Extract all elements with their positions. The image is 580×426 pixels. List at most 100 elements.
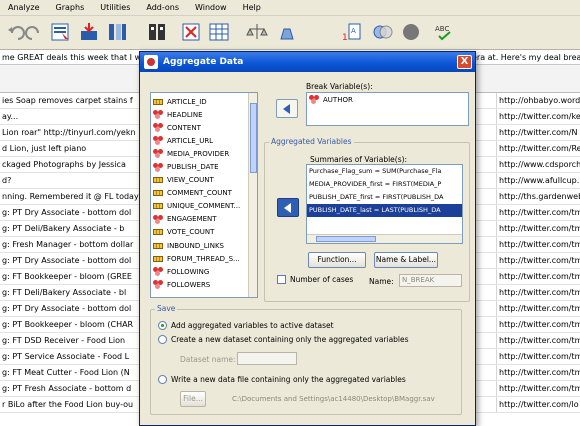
list-item[interactable]: UNIQUE_COMMENT... [151, 200, 257, 213]
variable-name: CONTENT [167, 123, 201, 132]
nominal-variable-icon [153, 136, 163, 146]
list-item[interactable]: ARTICLE_URL [151, 134, 257, 147]
variable-name: INBOUND_LINKS [167, 241, 224, 250]
create-dataset-radio[interactable] [158, 335, 167, 344]
scale-variable-icon [153, 177, 163, 184]
nominal-variable-icon [153, 110, 163, 120]
list-item[interactable]: FOLLOWERS [151, 278, 257, 291]
variable-name: VIEW_COUNT [167, 176, 214, 185]
menu-utilities[interactable]: Utilities [92, 3, 138, 12]
use-sets-icon[interactable] [372, 21, 394, 43]
dialog-titlebar[interactable]: Aggregate Data X [140, 52, 475, 72]
list-item[interactable]: ENGAGEMENT [151, 213, 257, 226]
menu-window[interactable]: Window [187, 3, 235, 12]
list-item[interactable]: VOTE_COUNT [151, 226, 257, 239]
table-cell-url[interactable]: http://twitter.com/tm [496, 205, 580, 220]
svg-text:A: A [351, 27, 356, 35]
list-item[interactable]: AUTHOR [309, 95, 466, 104]
name-label: Name: [369, 277, 394, 286]
list-item[interactable]: COMMENT_COUNT [151, 187, 257, 200]
table-cell-url[interactable]: http://twitter.com/tm [496, 333, 580, 348]
menu-graphs[interactable]: Graphs [48, 3, 93, 12]
summary-item[interactable]: PUBLISH_DATE_first = FIRST(PUBLISH_DA [307, 191, 462, 204]
scale-variable-icon [153, 98, 163, 105]
spell-check-icon[interactable]: ABC [434, 21, 456, 43]
show-sets-icon[interactable] [400, 21, 422, 43]
table-cell-url[interactable]: http://twitter.com/tm [496, 253, 580, 268]
aggregated-variables-legend: Aggregated Variables [269, 137, 354, 146]
variable-list-scrollbar[interactable] [248, 93, 257, 297]
file-button[interactable]: File... [180, 391, 206, 407]
add-to-active-radio[interactable] [158, 321, 167, 330]
split-file-icon[interactable] [146, 21, 168, 43]
list-item[interactable]: INBOUND_LINKS [151, 239, 257, 252]
menu-analyze[interactable]: Analyze [0, 3, 48, 12]
table-cell-url[interactable]: http://ohbabyo.word [496, 93, 580, 108]
select-cases-icon[interactable] [180, 21, 202, 43]
table-cell-url[interactable]: http://twitter.com/tm [496, 317, 580, 332]
data-view-icon[interactable] [208, 21, 230, 43]
break-variables-list[interactable]: AUTHOR [306, 92, 469, 126]
summary-item[interactable]: PUBLISH_DATE_last = LAST(PUBLISH_DA [307, 204, 462, 217]
scrollbar-thumb[interactable] [250, 103, 257, 173]
table-cell-url[interactable]: http://twitter.com/lo [496, 397, 580, 412]
create-dataset-label: Create a new dataset containing only the… [171, 335, 409, 344]
table-cell-url[interactable]: http://twitter.com/tm [496, 365, 580, 380]
table-cell-url[interactable]: http://twitter.com/ke [496, 109, 580, 124]
variable-name: FOLLOWERS [167, 280, 211, 289]
table-cell-url[interactable]: http://ths.gardenweb [496, 189, 580, 204]
table-cell-url[interactable]: http://twitter.com/Re [496, 141, 580, 156]
close-button[interactable]: X [457, 55, 472, 69]
list-item[interactable]: PUBLISH_DATE [151, 160, 257, 173]
summaries-hscrollbar[interactable] [307, 234, 462, 243]
move-to-summaries-button[interactable] [277, 198, 299, 217]
list-item[interactable]: FORUM_THREAD_S... [151, 252, 257, 265]
break-variable-name: AUTHOR [323, 95, 353, 104]
nominal-variable-icon [153, 267, 163, 277]
svg-text:1: 1 [342, 33, 348, 43]
weight-icon[interactable] [276, 21, 298, 43]
table-cell-url[interactable]: http://twitter.com/tm [496, 237, 580, 252]
table-cell-url[interactable]: http://twitter.com/tm [496, 269, 580, 284]
goto-case-icon[interactable] [50, 21, 72, 43]
insert-variable-icon[interactable] [106, 21, 128, 43]
table-cell-url[interactable]: http://www.afullcup. [496, 173, 580, 188]
add-to-active-label: Add aggregated variables to active datas… [171, 321, 334, 330]
summary-item[interactable]: Purchase_Flag_sum = SUM(Purchase_Fla [307, 165, 462, 178]
name-field[interactable]: N_BREAK [399, 274, 462, 287]
list-item[interactable]: ARTICLE_ID [151, 95, 257, 108]
write-file-radio[interactable] [158, 375, 167, 384]
variable-name: HEADLINE [167, 110, 203, 119]
dataset-name-field[interactable] [237, 352, 297, 365]
arrow-left-icon [283, 202, 291, 213]
scrollbar-thumb[interactable] [316, 236, 376, 242]
number-of-cases-checkbox[interactable] [277, 275, 286, 284]
table-cell-url[interactable]: http://twitter.com/tm [496, 221, 580, 236]
value-labels-icon[interactable]: 1A [340, 21, 362, 43]
list-item[interactable]: MEDIA_PROVIDER [151, 147, 257, 160]
summary-item[interactable]: MEDIA_PROVIDER_first = FIRST(MEDIA_P [307, 178, 462, 191]
list-item[interactable]: CONTENT [151, 121, 257, 134]
list-item[interactable]: VIEW_COUNT [151, 174, 257, 187]
redo-icon[interactable] [22, 21, 44, 43]
table-cell-url[interactable]: http://twitter.com/tm [496, 301, 580, 316]
function-button[interactable]: Function... [308, 252, 366, 268]
insert-cases-icon[interactable] [78, 21, 100, 43]
name-label-button[interactable]: Name & Label... [374, 252, 438, 268]
list-item[interactable]: HEADLINE [151, 108, 257, 121]
source-variable-list[interactable]: ARTICLE_ID HEADLINE CONTENT ARTICLE_URL MEDI… [150, 92, 258, 298]
table-cell-url[interactable]: http://twitter.com/tm [496, 349, 580, 364]
move-to-break-button[interactable] [276, 99, 298, 118]
list-item[interactable]: FOLLOWING [151, 265, 257, 278]
weight-cases-icon[interactable] [246, 21, 268, 43]
dialog-title: Aggregate Data [163, 57, 244, 67]
summaries-list[interactable]: Purchase_Flag_sum = SUM(Purchase_Fla MEDI… [306, 164, 463, 244]
menu-help[interactable]: Help [235, 3, 269, 12]
break-variables-label: Break Variable(s): [306, 82, 373, 91]
menubar: Analyze Graphs Utilities Add-ons Window Help [0, 0, 580, 16]
table-cell-url[interactable]: http://twitter.com/tm [496, 381, 580, 396]
table-cell-url[interactable]: http://twitter.com/tm [496, 285, 580, 300]
table-cell-url[interactable]: http://www.cdsporch [496, 157, 580, 172]
menu-addons[interactable]: Add-ons [138, 3, 187, 12]
table-cell-url[interactable]: http://twitter.com/N [496, 125, 580, 140]
